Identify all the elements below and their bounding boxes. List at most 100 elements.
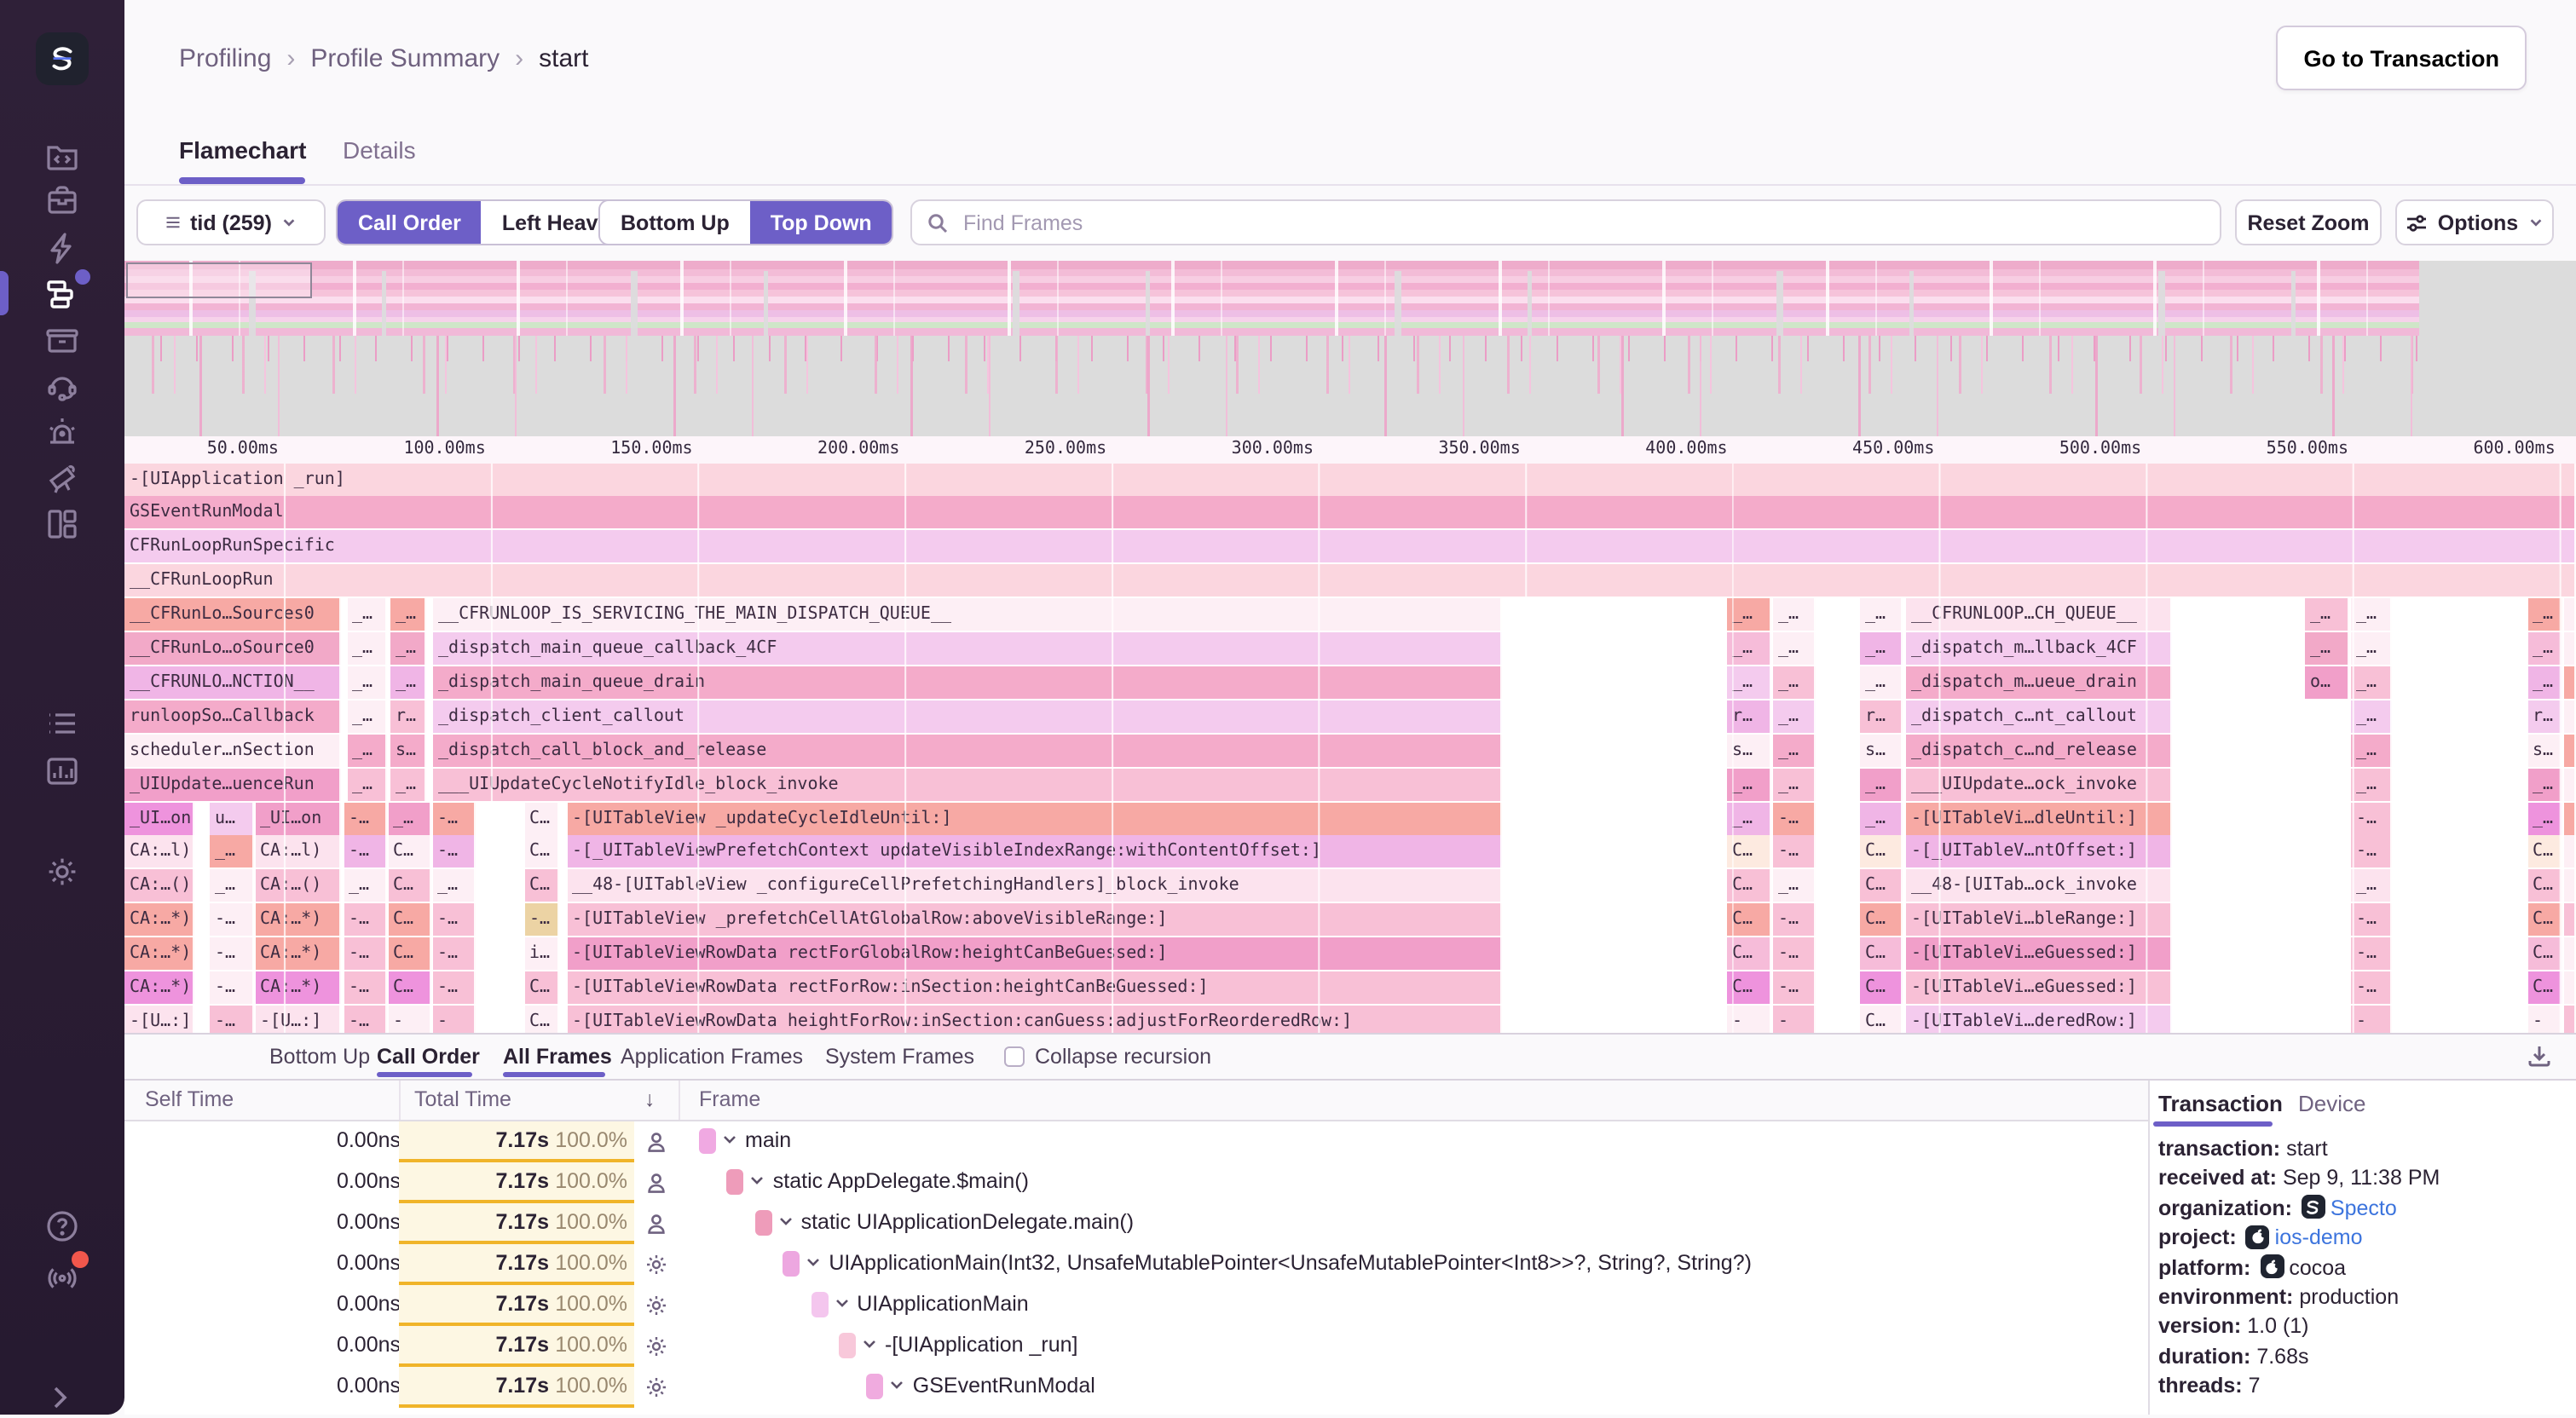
flame-frame[interactable]: _… [2351, 632, 2391, 665]
flame-frame[interactable]: CA:…*) [124, 903, 194, 936]
flame-frame[interactable]: -[UITableVi…dleUntil:] [1906, 802, 2172, 834]
flame-frame[interactable]: _dispatch_m…ueue_drain [1906, 666, 2172, 699]
flame-frame[interactable]: C… [1727, 870, 1771, 902]
flame-frame[interactable] [2563, 903, 2576, 936]
frame-label[interactable]: static UIApplicationDelegate.main() [801, 1210, 1134, 1234]
bottom-up-button[interactable]: Bottom Up [600, 201, 750, 244]
flame-frame[interactable]: -… [344, 937, 386, 970]
table-row[interactable]: 0.00ns0.0%7.17s100.0%GSEventRunModal [124, 1367, 2148, 1408]
flame-frame[interactable]: -[UITableViewRowData rectForRow:inSectio… [567, 971, 1502, 1004]
frame-label[interactable]: main [745, 1128, 791, 1152]
flame-frame[interactable]: - [2527, 1006, 2562, 1033]
sort-arrow-icon[interactable]: ↓ [644, 1087, 656, 1111]
flame-frame[interactable]: -[UIApplication _run] [124, 463, 2576, 495]
flamechart[interactable]: -[UIApplication _run]GSEventRunModalCFRu… [124, 463, 2576, 1033]
flame-frame[interactable]: _… [1727, 666, 1771, 699]
table-row[interactable]: 0.00ns0.0%7.17s100.0%static AppDelegate.… [124, 1162, 2148, 1203]
flame-frame[interactable]: __CFRUNLOOP…CH_QUEUE__ [1906, 598, 2172, 631]
flame-frame[interactable]: _… [2351, 666, 2391, 699]
reset-zoom-button[interactable]: Reset Zoom [2235, 199, 2382, 245]
flame-frame[interactable]: _… [347, 700, 386, 733]
sidebar-item-alerts[interactable] [44, 414, 80, 450]
flame-frame[interactable]: C… [388, 971, 430, 1004]
flame-frame[interactable]: _dispatch_main_queue_callback_4CF [433, 632, 1502, 665]
flame-frame[interactable]: _… [1727, 768, 1771, 800]
flame-frame[interactable] [2563, 666, 2576, 699]
flame-frame[interactable]: -… [432, 903, 475, 936]
flame-frame[interactable]: _UI…on [255, 802, 340, 834]
flame-frame[interactable]: -… [344, 903, 386, 936]
flame-frame[interactable]: r… [2527, 700, 2562, 733]
flame-frame[interactable]: _… [347, 734, 386, 766]
flame-frame[interactable]: _… [347, 768, 386, 800]
flame-frame[interactable]: __48-[UITableView _configureCellPrefetch… [567, 870, 1502, 902]
flame-frame[interactable]: s… [390, 734, 425, 766]
flame-frame[interactable]: -[UITableView _prefetchCellAtGlobalRow:a… [567, 903, 1502, 936]
flame-frame[interactable]: _… [1773, 768, 1816, 800]
options-button[interactable]: Options [2395, 199, 2554, 245]
panel-tab-device[interactable]: Device [2298, 1091, 2366, 1116]
flame-frame[interactable]: _dispatch_m…llback_4CF [1906, 632, 2172, 665]
flame-frame[interactable]: _… [2527, 632, 2562, 665]
flame-frame[interactable]: _… [2351, 734, 2391, 766]
flame-frame[interactable]: C… [524, 971, 558, 1004]
flame-frame[interactable]: _… [2527, 666, 2562, 699]
flame-frame[interactable] [2563, 768, 2576, 800]
flame-frame[interactable]: -… [210, 937, 253, 970]
top-down-button[interactable]: Top Down [750, 201, 892, 244]
flame-frame[interactable]: C… [388, 937, 430, 970]
flame-frame[interactable] [2563, 937, 2576, 970]
flame-frame[interactable]: _… [1773, 666, 1816, 699]
flame-frame[interactable]: C… [1727, 903, 1771, 936]
sidebar-expand-button[interactable] [44, 1382, 80, 1418]
flame-frame[interactable]: _… [1773, 734, 1816, 766]
flame-frame[interactable]: C… [1860, 971, 1903, 1004]
col-total-time[interactable]: Total Time [414, 1087, 511, 1111]
flame-frame[interactable]: ___UIUpdate…ock_invoke [1906, 768, 2172, 800]
flame-frame[interactable]: CA:…*) [124, 971, 194, 1004]
flame-frame[interactable]: r… [1727, 700, 1771, 733]
flame-frame[interactable]: -… [1773, 802, 1816, 834]
flame-frame[interactable]: _… [1860, 632, 1903, 665]
flame-frame[interactable]: -[UITableVi…eGuessed:] [1906, 937, 2172, 970]
sidebar-item-stats[interactable] [44, 753, 80, 789]
flame-frame[interactable]: -[UITableView _updateCycleIdleUntil:] [567, 802, 1502, 834]
sidebar-item-performance[interactable] [44, 230, 80, 266]
flame-frame[interactable]: _… [1727, 598, 1771, 631]
flame-frame[interactable]: C… [388, 903, 430, 936]
field-value[interactable]: Specto [2331, 1196, 2397, 1220]
flame-frame[interactable]: GSEventRunModal [124, 497, 2576, 529]
flame-frame[interactable]: _… [432, 870, 475, 902]
flame-frame[interactable] [2563, 632, 2576, 665]
flame-frame[interactable]: _dispatch_main_queue_drain [433, 666, 1502, 699]
flame-frame[interactable]: _… [390, 666, 425, 699]
flamegraph-minimap[interactable] [124, 260, 2576, 436]
flame-frame[interactable]: s… [1860, 734, 1903, 766]
sidebar-item-releases[interactable] [44, 322, 80, 358]
flame-frame[interactable]: o… [2305, 666, 2349, 699]
tab-flamechart[interactable]: Flamechart [179, 136, 306, 164]
frame-label[interactable]: UIApplicationMain(Int32, UnsafeMutablePo… [829, 1251, 1752, 1275]
flame-frame[interactable]: _… [1860, 768, 1903, 800]
flame-frame[interactable]: C… [1727, 971, 1771, 1004]
flame-frame[interactable]: C… [2527, 903, 2562, 936]
flame-frame[interactable]: -… [344, 971, 386, 1004]
flame-frame[interactable]: -… [210, 971, 253, 1004]
minimap-viewport[interactable] [125, 262, 311, 298]
frame-label[interactable]: UIApplicationMain [857, 1292, 1029, 1316]
flame-frame[interactable]: _… [2351, 768, 2391, 800]
flame-frame[interactable]: -… [2351, 971, 2391, 1004]
flame-frame[interactable]: _… [1773, 598, 1816, 631]
sidebar-item-settings[interactable] [44, 854, 80, 890]
flame-frame[interactable]: _… [2351, 598, 2391, 631]
flame-frame[interactable]: __48-[UITab…ock_invoke [1906, 870, 2172, 902]
flame-frame[interactable]: -[UITableVi…eGuessed:] [1906, 971, 2172, 1004]
flame-frame[interactable]: CA:…l) [124, 836, 194, 868]
flame-frame[interactable]: C… [524, 836, 558, 868]
flame-frame[interactable]: -[U…:] [255, 1006, 340, 1033]
sidebar-item-activity[interactable] [44, 706, 80, 741]
tab-system-frames[interactable]: System Frames [825, 1045, 974, 1069]
flame-frame[interactable]: -… [1773, 836, 1816, 868]
flame-frame[interactable] [2563, 836, 2576, 868]
go-to-transaction-button[interactable]: Go to Transaction [2276, 26, 2527, 90]
